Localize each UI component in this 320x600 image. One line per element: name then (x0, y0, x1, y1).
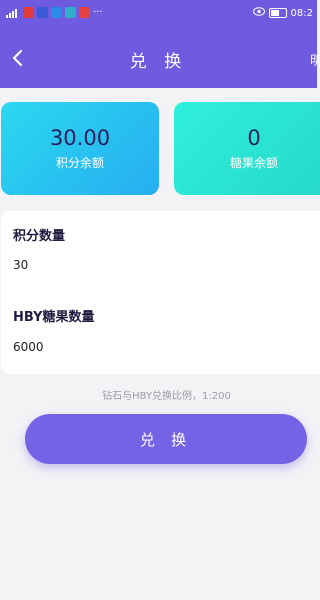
app-red-icon (79, 7, 90, 18)
status-left-icons: ··· (6, 7, 103, 18)
app-blue-icon (51, 7, 62, 18)
status-bar: ··· 08:2 (0, 0, 317, 28)
header-right-action[interactable]: 明 (310, 50, 320, 69)
header-bar: 兑 换 明 (0, 28, 320, 88)
points-balance-card: 30.00 积分余额 (1, 102, 159, 195)
points-amount-label: 积分数量 (13, 229, 66, 244)
exchange-form: 积分数量 30 HBY糖果数量 6000 (1, 211, 320, 374)
points-amount-input[interactable]: 30 (13, 258, 293, 272)
points-balance-value: 30.00 (49, 126, 111, 150)
status-right-icons: 08:2 (252, 7, 313, 19)
candy-balance-value: 0 (247, 126, 261, 150)
candy-balance-label: 糖果余额 (229, 156, 278, 170)
status-time: 08:2 (290, 7, 313, 19)
status-more: ··· (93, 7, 103, 18)
exchange-ratio-note: 钻石与HBY兑换比例，1:200 (102, 391, 231, 402)
candy-amount-label: HBY糖果数量 (13, 310, 95, 325)
notification-red-icon (23, 7, 34, 18)
candy-balance-card: 0 糖果余额 (174, 102, 320, 195)
points-balance-label: 积分余额 (55, 156, 104, 170)
candy-amount-input[interactable]: 6000 (13, 340, 293, 354)
exchange-button[interactable]: 兑 换 (25, 414, 307, 464)
battery-icon (268, 8, 287, 18)
eye-icon (252, 7, 265, 19)
page-title: 兑 换 (129, 52, 188, 72)
vpn-shield-icon (37, 7, 48, 18)
app-teal-icon (65, 7, 76, 18)
signal-icon (6, 8, 20, 18)
